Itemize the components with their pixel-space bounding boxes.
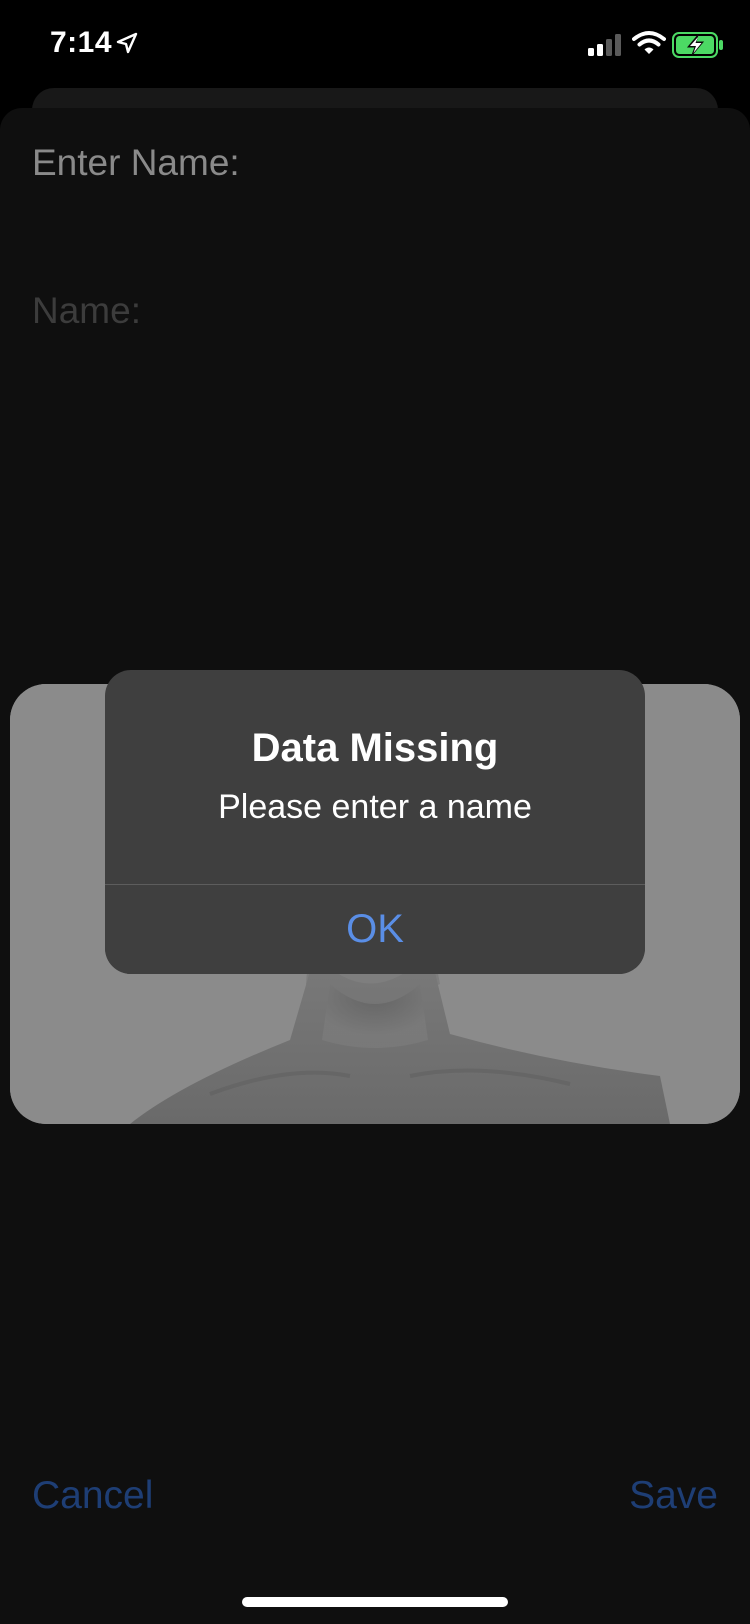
location-arrow-icon [116,32,138,54]
status-bar: 7:14 [0,0,750,90]
alert-dialog: Data Missing Please enter a name OK [105,670,645,974]
alert-message: Please enter a name [218,788,532,826]
page-heading: Enter Name: [32,142,240,183]
name-field-label[interactable]: Name: [32,290,141,332]
wifi-icon [632,31,666,54]
save-button[interactable]: Save [629,1474,718,1518]
cellular-signal-icon [588,34,621,56]
home-indicator[interactable] [242,1597,508,1607]
alert-title: Data Missing [251,726,499,770]
ok-button[interactable]: OK [105,885,645,974]
status-time: 7:14 [50,26,113,59]
battery-charging-icon [672,32,723,58]
cancel-button[interactable]: Cancel [32,1474,153,1518]
app-screen: 7:14 Enter Name: Name: Data Missing Plea… [0,0,750,1624]
